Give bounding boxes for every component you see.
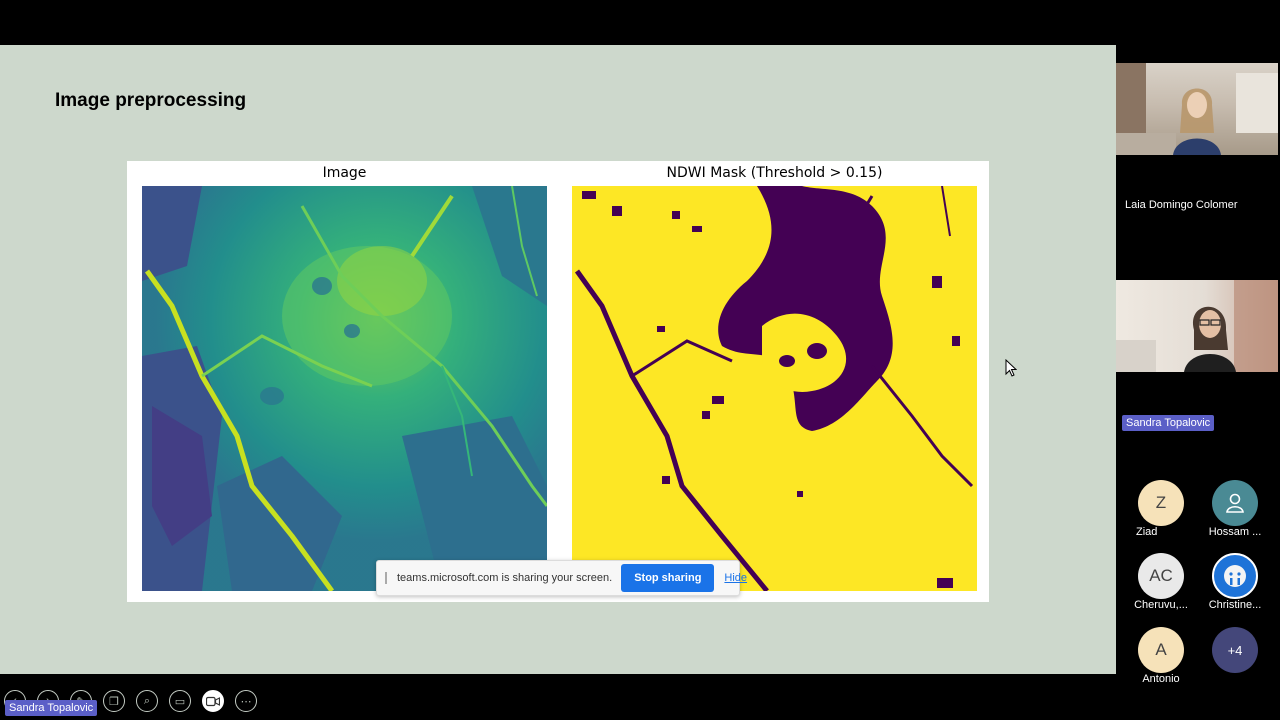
participant-name-1: Laia Domingo Colomer — [1125, 199, 1238, 211]
participant-video-1[interactable] — [1116, 63, 1278, 155]
hide-link[interactable]: Hide — [724, 572, 747, 584]
person-icon — [1212, 480, 1258, 526]
stop-sharing-button[interactable]: Stop sharing — [621, 564, 715, 592]
avatar: A — [1138, 627, 1184, 673]
mouse-cursor-icon — [1005, 359, 1017, 377]
participant-video-2[interactable] — [1116, 280, 1278, 372]
figure: Image NDWI Mask (Threshold > 0.15) — [127, 161, 989, 602]
zoom-icon[interactable]: ⌕ — [136, 690, 158, 712]
slide-title: Image preprocessing — [55, 90, 247, 111]
participant-tile[interactable]: Hossam ... — [1198, 480, 1272, 538]
participant-tile[interactable]: Christine... — [1198, 553, 1272, 611]
satellite-image — [142, 186, 547, 591]
sharing-message: teams.microsoft.com is sharing your scre… — [397, 572, 613, 584]
participant-label: Ziad — [1136, 526, 1158, 538]
screen-sharing-bar: teams.microsoft.com is sharing your scre… — [376, 560, 747, 596]
participant-label: Hossam ... — [1208, 526, 1262, 538]
drag-handle-icon[interactable] — [385, 572, 387, 584]
presenter-name-badge: Sandra Topalovic — [5, 700, 98, 716]
participant-name-2: Sandra Topalovic — [1122, 415, 1215, 431]
more-icon[interactable]: ⋯ — [235, 690, 257, 712]
more-participants-count: +4 — [1212, 627, 1258, 673]
participant-label: Christine... — [1208, 599, 1262, 611]
avatar: AC — [1138, 553, 1184, 599]
participants-panel: Laia Domingo Colomer Sandra Topalovic Z … — [1116, 0, 1280, 720]
copy-icon[interactable]: ❐ — [103, 690, 125, 712]
participant-label: Cheruvu,... — [1134, 599, 1188, 611]
participant-video-frame — [1116, 63, 1278, 155]
participant-tile[interactable]: Z Ziad — [1124, 480, 1198, 538]
participant-tile[interactable]: A Antonio — [1124, 627, 1198, 685]
participant-tile[interactable]: AC Cheruvu,... — [1124, 553, 1198, 611]
subtitles-icon[interactable]: ▭ — [169, 690, 191, 712]
ndwi-mask-image — [572, 186, 977, 591]
walrus-avatar-icon — [1212, 553, 1258, 599]
video-camera-icon[interactable] — [202, 690, 224, 712]
image-panel-title: Image — [322, 165, 367, 181]
avatar: Z — [1138, 480, 1184, 526]
mask-panel-title: NDWI Mask (Threshold > 0.15) — [666, 165, 883, 181]
participant-video-frame — [1116, 280, 1278, 372]
participant-label: Antonio — [1142, 673, 1180, 685]
more-participants-tile[interactable]: +4 — [1198, 627, 1272, 673]
